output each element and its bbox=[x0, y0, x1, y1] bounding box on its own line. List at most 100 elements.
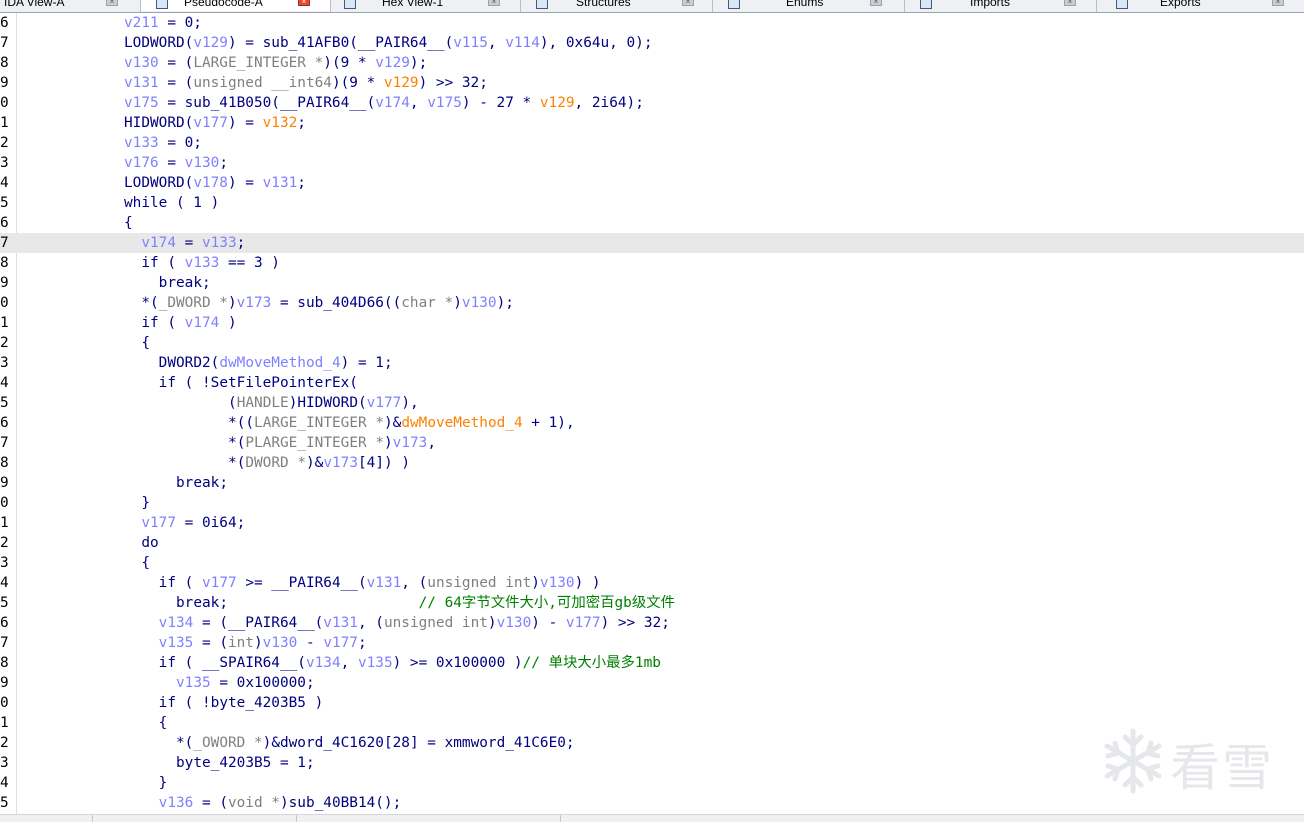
code-identifier[interactable]: v130 bbox=[263, 635, 298, 651]
code-text[interactable]: LODWORD(v129) = sub_41AFB0(__PAIR64__(v1… bbox=[124, 33, 653, 53]
tab-exports[interactable]: Exports × bbox=[1096, 0, 1304, 11]
code-identifier[interactable]: v211 bbox=[124, 15, 159, 31]
code-line[interactable]: 9 break; bbox=[0, 473, 1304, 493]
code-line[interactable]: 6 v134 = (__PAIR64__(v131, (unsigned int)… bbox=[0, 613, 1304, 633]
code-line[interactable]: 9 break; bbox=[0, 273, 1304, 293]
code-line[interactable]: 2{ bbox=[0, 333, 1304, 353]
code-identifier[interactable]: v173 bbox=[237, 295, 272, 311]
code-line[interactable]: 4 if ( v177 >= __PAIR64__(v131, (unsigned… bbox=[0, 573, 1304, 593]
code-identifier[interactable]: dwMoveMethod_4 bbox=[219, 355, 340, 371]
code-identifier[interactable]: v177 bbox=[566, 615, 601, 631]
code-identifier[interactable]: v177 bbox=[193, 115, 228, 131]
code-text[interactable]: v135 = 0x100000; bbox=[176, 673, 315, 693]
code-line[interactable]: 5 v136 = (void *)sub_40BB14(); bbox=[0, 793, 1304, 813]
code-text[interactable]: do bbox=[141, 533, 158, 553]
code-text[interactable]: (HANDLE)HIDWORD(v177), bbox=[228, 393, 419, 413]
code-line[interactable]: 8 if ( __SPAIR64__(v134, v135) >= 0x10000… bbox=[0, 653, 1304, 673]
code-line[interactable]: 2 do bbox=[0, 533, 1304, 553]
code-text[interactable]: { bbox=[141, 553, 150, 573]
code-line[interactable]: 9 v131 = (unsigned __int64)(9 * v129) >> … bbox=[0, 73, 1304, 93]
code-line[interactable]: 5 while ( 1 ) bbox=[0, 193, 1304, 213]
close-icon[interactable]: × bbox=[1064, 0, 1076, 6]
code-text[interactable]: v134 = (__PAIR64__(v131, (unsigned int)v… bbox=[159, 613, 670, 633]
code-line[interactable]: 0 v175 = sub_41B050(__PAIR64__(v174, v175… bbox=[0, 93, 1304, 113]
code-identifier[interactable]: v133 bbox=[185, 255, 220, 271]
close-icon[interactable]: × bbox=[1272, 0, 1284, 6]
code-line[interactable]: 8 if ( v133 == 3 ) bbox=[0, 253, 1304, 273]
code-text[interactable]: v136 = (void *)sub_40BB14(); bbox=[159, 793, 402, 813]
code-text[interactable]: break; bbox=[159, 273, 211, 293]
code-identifier[interactable]: v131 bbox=[367, 575, 402, 591]
code-line[interactable]: 6 v211 = 0; bbox=[0, 13, 1304, 33]
code-line[interactable]: 4} bbox=[0, 773, 1304, 793]
code-line[interactable]: 0 if ( !byte_4203B5 ) bbox=[0, 693, 1304, 713]
code-text[interactable]: v174 = v133; bbox=[141, 233, 245, 253]
code-identifier[interactable]: v178 bbox=[193, 175, 228, 191]
code-identifier[interactable]: v135 bbox=[159, 635, 194, 651]
code-line[interactable]: 7 LODWORD(v129) = sub_41AFB0(__PAIR64__(v… bbox=[0, 33, 1304, 53]
code-line[interactable]: 1 HIDWORD(v177) = v132; bbox=[0, 113, 1304, 133]
code-identifier[interactable]: v114 bbox=[505, 35, 540, 51]
code-text[interactable]: { bbox=[159, 713, 168, 733]
code-identifier[interactable]: v177 bbox=[141, 515, 176, 531]
code-text[interactable]: if ( __SPAIR64__(v134, v135) >= 0x100000… bbox=[159, 653, 661, 673]
code-identifier[interactable]: v115 bbox=[453, 35, 488, 51]
code-identifier[interactable]: v133 bbox=[124, 135, 159, 151]
code-identifier[interactable]: v133 bbox=[202, 235, 237, 251]
code-text[interactable]: v176 = v130; bbox=[124, 153, 228, 173]
code-identifier[interactable]: v174 bbox=[375, 95, 410, 111]
close-icon[interactable]: × bbox=[682, 0, 694, 6]
pseudocode-editor[interactable]: 6 v211 = 0; 7 LODWORD(v129) = sub_41AFB0(__… bbox=[0, 13, 1304, 814]
code-identifier[interactable]: v173 bbox=[393, 435, 428, 451]
code-identifier[interactable]: v131 bbox=[124, 75, 159, 91]
code-identifier[interactable]: v134 bbox=[306, 655, 341, 671]
code-line[interactable]: 3 v176 = v130; bbox=[0, 153, 1304, 173]
code-identifier[interactable]: v176 bbox=[124, 155, 159, 171]
code-text[interactable]: if ( v133 == 3 ) bbox=[141, 253, 280, 273]
code-text[interactable]: { bbox=[141, 333, 150, 353]
code-line[interactable]: 2 *(_OWORD *)&dword_4C1620[28] = xmmword_… bbox=[0, 733, 1304, 753]
code-identifier[interactable]: v130 bbox=[540, 575, 575, 591]
code-identifier[interactable]: v129 bbox=[193, 35, 228, 51]
code-text[interactable]: v133 = 0; bbox=[124, 133, 202, 153]
code-identifier[interactable]: v175 bbox=[427, 95, 462, 111]
code-identifier[interactable]: v129 bbox=[375, 55, 410, 71]
code-identifier[interactable]: v174 bbox=[141, 235, 176, 251]
code-identifier[interactable]: v132 bbox=[263, 115, 298, 131]
code-identifier[interactable]: v130 bbox=[462, 295, 497, 311]
code-text[interactable]: { bbox=[124, 213, 133, 233]
code-text[interactable]: *(_OWORD *)&dword_4C1620[28] = xmmword_4… bbox=[176, 733, 575, 753]
tab-hex-view-1[interactable]: Hex View-1 × bbox=[330, 0, 520, 11]
code-line[interactable]: 7 v135 = (int)v130 - v177; bbox=[0, 633, 1304, 653]
code-identifier[interactable]: v135 bbox=[176, 675, 211, 691]
close-icon[interactable]: × bbox=[106, 0, 118, 6]
code-line[interactable]: 5 (HANDLE)HIDWORD(v177), bbox=[0, 393, 1304, 413]
code-identifier[interactable]: v130 bbox=[124, 55, 159, 71]
code-line[interactable]: 3 DWORD2(dwMoveMethod_4) = 1; bbox=[0, 353, 1304, 373]
code-text[interactable]: HIDWORD(v177) = v132; bbox=[124, 113, 306, 133]
code-text[interactable]: *(_DWORD *)v173 = sub_404D66((char *)v13… bbox=[141, 293, 514, 313]
code-line[interactable]: 4 LODWORD(v178) = v131; bbox=[0, 173, 1304, 193]
code-line[interactable]: 8 *(DWORD *)&v173[4]) ) bbox=[0, 453, 1304, 473]
code-text[interactable]: v130 = (LARGE_INTEGER *)(9 * v129); bbox=[124, 53, 427, 73]
tab-pseudocode-a[interactable]: Pseudocode-A × bbox=[140, 0, 330, 11]
code-line[interactable]: 5 break; // 64字节文件大小,可加密百gb级文件 bbox=[0, 593, 1304, 613]
code-line[interactable]: 3 byte_4203B5 = 1; bbox=[0, 753, 1304, 773]
code-text[interactable]: while ( 1 ) bbox=[124, 193, 219, 213]
code-line[interactable]: 0} bbox=[0, 493, 1304, 513]
code-text[interactable]: DWORD2(dwMoveMethod_4) = 1; bbox=[159, 353, 393, 373]
code-identifier[interactable]: v130 bbox=[185, 155, 220, 171]
code-line[interactable]: 9 v135 = 0x100000; bbox=[0, 673, 1304, 693]
code-line[interactable]: 8 v130 = (LARGE_INTEGER *)(9 * v129); bbox=[0, 53, 1304, 73]
code-identifier[interactable]: v131 bbox=[323, 615, 358, 631]
code-text[interactable]: v135 = (int)v130 - v177; bbox=[159, 633, 367, 653]
code-text[interactable]: } bbox=[141, 493, 150, 513]
tab-structures[interactable]: Structures × bbox=[520, 0, 712, 11]
tab-imports[interactable]: Imports × bbox=[904, 0, 1096, 11]
code-line[interactable]: 7 *(PLARGE_INTEGER *)v173, bbox=[0, 433, 1304, 453]
code-identifier[interactable]: v173 bbox=[323, 455, 358, 471]
code-identifier[interactable]: v131 bbox=[263, 175, 298, 191]
code-line[interactable]: 1 v177 = 0i64; bbox=[0, 513, 1304, 533]
code-identifier[interactable]: v129 bbox=[540, 95, 575, 111]
code-line[interactable]: 7 v174 = v133; bbox=[0, 233, 1304, 253]
